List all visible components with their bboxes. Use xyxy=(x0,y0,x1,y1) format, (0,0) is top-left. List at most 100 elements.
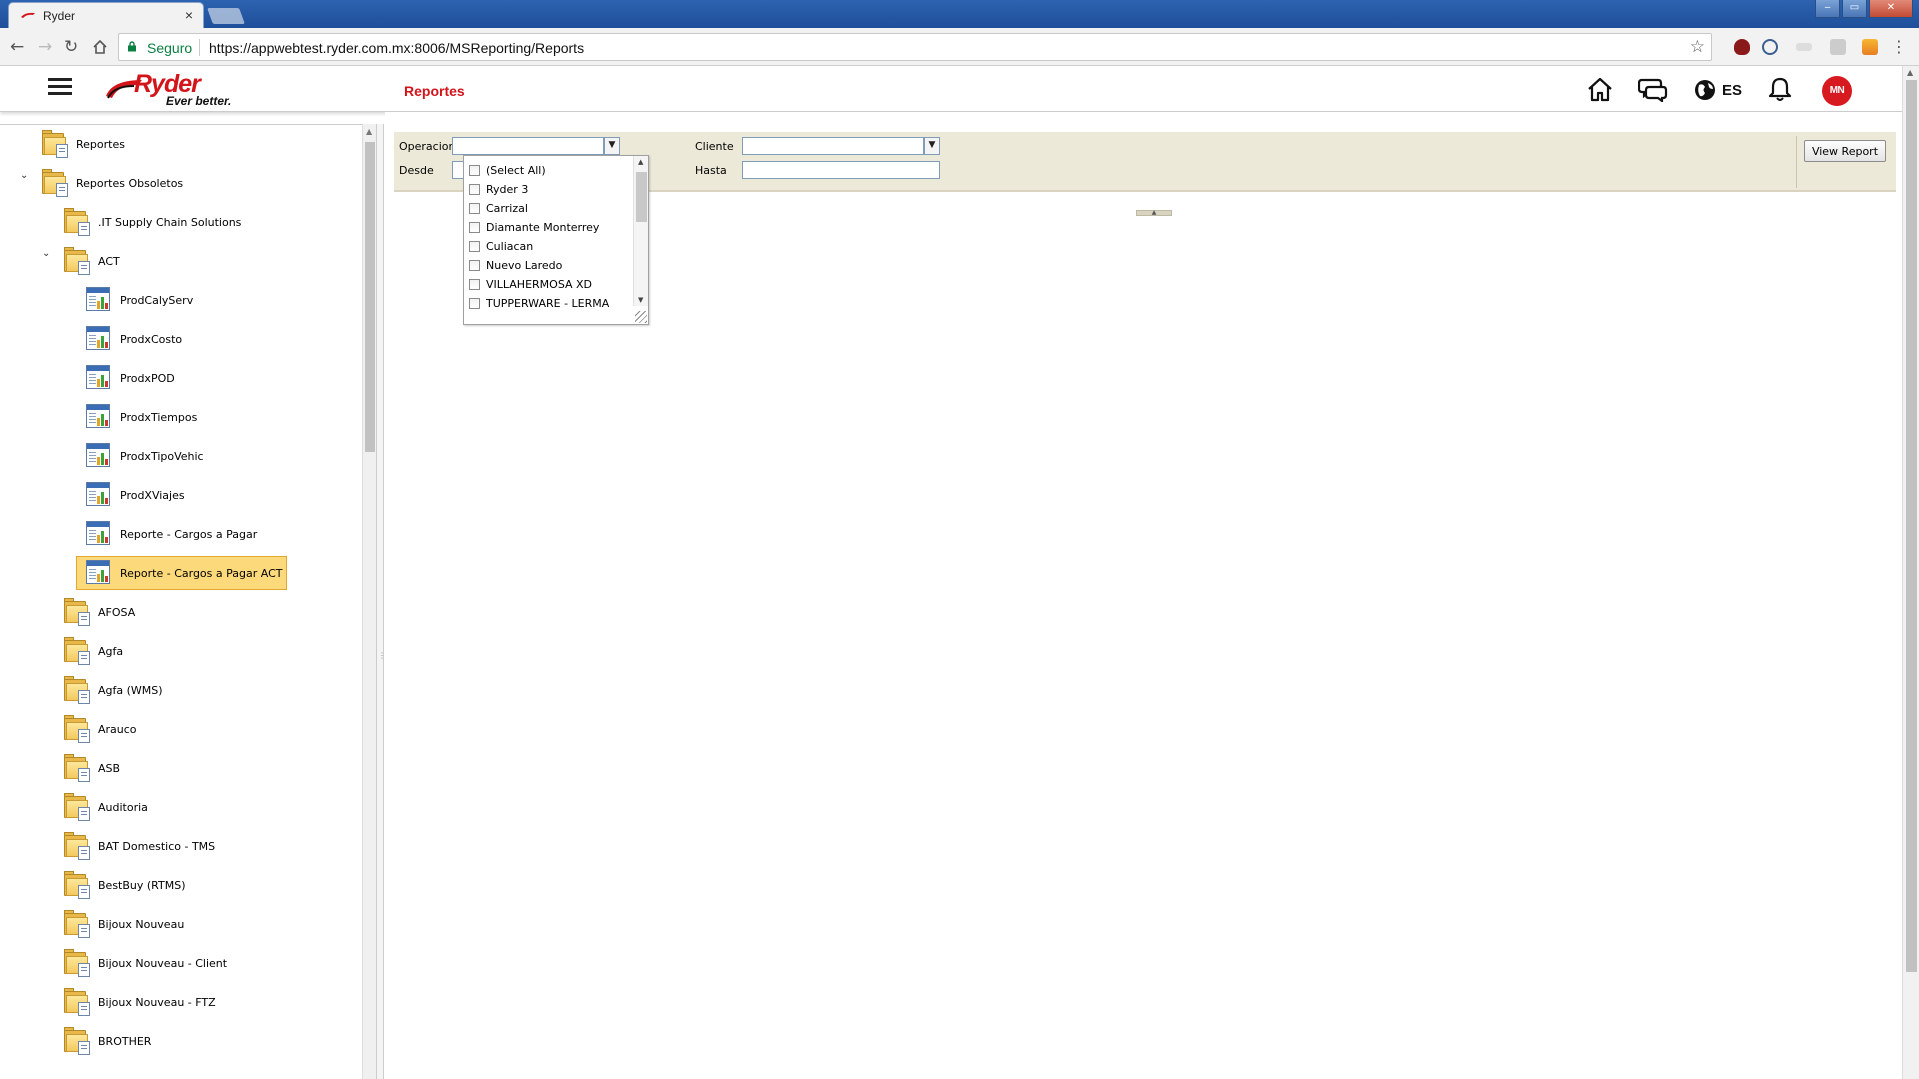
new-tab-button[interactable] xyxy=(207,8,245,24)
reload-icon[interactable]: ↻ xyxy=(64,37,78,57)
tree-item[interactable]: Arauco xyxy=(62,712,137,746)
tree-item[interactable]: BAT Domestico - TMS xyxy=(62,829,215,863)
option-checkbox[interactable] xyxy=(469,278,480,290)
folder-icon xyxy=(40,168,70,198)
browser-tab[interactable]: Ryder × xyxy=(8,2,204,28)
home-icon[interactable] xyxy=(92,39,108,54)
operacion-option[interactable]: Ryder 3 xyxy=(469,181,528,197)
cliente-dropdown[interactable] xyxy=(742,137,924,155)
tree-item[interactable]: Bijoux Nouveau - FTZ xyxy=(62,985,216,1019)
tree-item[interactable]: ProdxTiempos xyxy=(84,400,197,434)
page-scrollbar[interactable]: ▲ xyxy=(1902,66,1919,1079)
tree-item[interactable]: ⌄ Reportes Obsoletos xyxy=(20,166,183,200)
window-minimize-button[interactable]: ‒ xyxy=(1815,0,1840,18)
tab-close-icon[interactable]: × xyxy=(185,7,193,23)
expand-chevron-icon[interactable]: ⌄ xyxy=(20,170,28,181)
hasta-input[interactable] xyxy=(742,161,940,179)
operacion-option[interactable]: (Select All) xyxy=(469,162,546,178)
tree-item[interactable]: ⌄ ACT xyxy=(42,244,120,278)
page-scroll-up-icon[interactable]: ▲ xyxy=(1907,68,1913,77)
option-checkbox[interactable] xyxy=(469,164,480,176)
chat-icon[interactable] xyxy=(1638,76,1668,102)
extension-shield-icon[interactable] xyxy=(1734,39,1750,55)
back-arrow-icon[interactable]: ← xyxy=(10,37,24,57)
user-avatar[interactable]: MN xyxy=(1822,76,1852,106)
pane-splitter[interactable]: ⋮ xyxy=(376,124,386,1079)
address-separator xyxy=(199,39,200,56)
bell-icon[interactable] xyxy=(1768,76,1792,102)
operacion-option[interactable]: TUPPERWARE - LERMA xyxy=(469,295,609,311)
options-scrollbar[interactable]: ▲ ▼ xyxy=(633,156,648,306)
tree-item[interactable]: Bijoux Nouveau xyxy=(62,907,184,941)
operacion-option[interactable]: Culiacan xyxy=(469,238,533,254)
option-checkbox[interactable] xyxy=(469,297,480,309)
tree-item[interactable]: ProdXViajes xyxy=(84,478,185,512)
bookmark-star-icon[interactable]: ☆ xyxy=(1690,37,1705,57)
tree-item[interactable]: Agfa xyxy=(62,634,123,668)
view-report-button[interactable]: View Report xyxy=(1804,140,1886,162)
ryder-logo[interactable]: Ryder Ever better. xyxy=(104,70,234,110)
option-label: (Select All) xyxy=(486,163,546,177)
option-checkbox[interactable] xyxy=(469,221,480,233)
browser-menu-icon[interactable]: ⋮ xyxy=(1891,37,1907,56)
resize-grip-icon[interactable] xyxy=(635,311,647,323)
operacion-option[interactable]: VILLAHERMOSA XD xyxy=(469,276,592,292)
option-checkbox[interactable] xyxy=(469,202,480,214)
options-scroll-thumb[interactable] xyxy=(636,172,647,222)
window-close-button[interactable]: ✕ xyxy=(1869,0,1913,18)
tree-item[interactable]: ProdxTipoVehic xyxy=(84,439,204,473)
tree-item[interactable]: Agfa (WMS) xyxy=(62,673,163,707)
expand-chevron-icon[interactable]: ⌄ xyxy=(42,248,50,259)
tree-item[interactable]: ProdxCosto xyxy=(84,322,182,356)
folder-icon xyxy=(40,129,70,159)
tree-item[interactable]: Bijoux Nouveau - Client xyxy=(62,946,227,980)
report-icon xyxy=(84,363,114,393)
cliente-dropdown-arrow-icon[interactable]: ▼ xyxy=(924,137,940,155)
tree-item-label: Auditoria xyxy=(98,800,148,814)
operacion-dropdown-arrow-icon[interactable]: ▼ xyxy=(604,137,620,155)
operacion-option[interactable]: Diamante Monterrey xyxy=(469,219,599,235)
extension-card-icon[interactable] xyxy=(1796,43,1812,51)
window-restore-button[interactable]: ▭ xyxy=(1842,0,1867,18)
url-text[interactable]: https://appwebtest.ryder.com.mx:8006/MSR… xyxy=(209,40,584,56)
operacion-option[interactable]: Carrizal xyxy=(469,200,528,216)
tree-item[interactable]: Auditoria xyxy=(62,790,148,824)
extension-puzzle-icon[interactable] xyxy=(1830,39,1846,55)
page-scroll-thumb[interactable] xyxy=(1906,80,1917,972)
option-checkbox[interactable] xyxy=(469,240,480,252)
folder-icon xyxy=(62,831,92,861)
extension-sync-icon[interactable] xyxy=(1762,39,1778,55)
forward-arrow-icon[interactable]: → xyxy=(38,37,52,57)
options-scroll-up-icon[interactable]: ▲ xyxy=(638,158,643,166)
extension-folder-icon[interactable] xyxy=(1862,39,1878,55)
cliente-label: Cliente xyxy=(695,140,734,153)
home-icon[interactable] xyxy=(1586,76,1614,102)
tree-item[interactable]: .IT Supply Chain Solutions xyxy=(62,205,241,239)
tree-item[interactable]: ProdxPOD xyxy=(84,361,175,395)
tree-scroll-thumb[interactable] xyxy=(365,142,375,452)
option-checkbox[interactable] xyxy=(469,259,480,271)
tree-item[interactable]: Reportes xyxy=(40,127,125,161)
globe-icon[interactable] xyxy=(1694,79,1718,101)
tree-item-label: ProdCalyServ xyxy=(120,293,194,307)
language-selector[interactable]: ES xyxy=(1722,82,1742,99)
tree-item-label: Arauco xyxy=(98,722,137,736)
options-scroll-down-icon[interactable]: ▼ xyxy=(638,296,643,304)
tree-item[interactable]: ProdCalyServ xyxy=(84,283,193,317)
window-controls: ‒ ▭ ✕ xyxy=(1815,0,1913,18)
address-bar[interactable]: Seguro https://appwebtest.ryder.com.mx:8… xyxy=(118,33,1712,61)
tree-item[interactable]: AFOSA xyxy=(62,595,135,629)
option-checkbox[interactable] xyxy=(469,183,480,195)
tree-scroll-up-icon[interactable]: ▲ xyxy=(366,127,372,136)
tree-scrollbar[interactable]: ▲ xyxy=(362,124,376,1079)
tree-item[interactable]: ASB xyxy=(62,751,120,785)
tree-item[interactable]: Reporte - Cargos a Pagar xyxy=(84,517,257,551)
collapse-params-icon[interactable]: ▲ xyxy=(1136,210,1172,216)
hamburger-menu-icon[interactable] xyxy=(48,78,72,96)
operacion-dropdown[interactable] xyxy=(452,137,604,155)
operacion-option[interactable]: Nuevo Laredo xyxy=(469,257,562,273)
tree-item[interactable]: BestBuy (RTMS) xyxy=(62,868,186,902)
tree-item[interactable]: BROTHER xyxy=(62,1024,151,1058)
report-icon xyxy=(84,480,114,510)
tree-item[interactable]: Reporte - Cargos a Pagar ACT xyxy=(76,556,288,590)
